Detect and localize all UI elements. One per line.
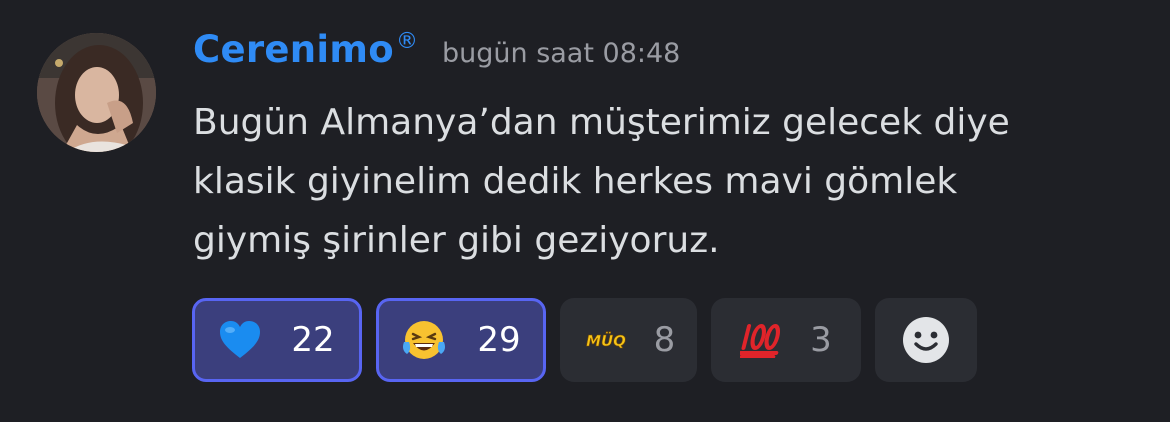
reaction-laughing[interactable]: 29 [376,298,546,382]
reaction-blue-heart[interactable]: 22 [192,298,362,382]
reaction-count: 8 [653,320,676,360]
avatar[interactable] [37,33,156,152]
reactions-bar: 22 29 MÜQ 8 3 [192,298,977,382]
message-header: Cerenimo ® bugün saat 08:48 [193,28,680,71]
registered-mark: ® [396,29,418,54]
message-line: Bugün Almanya’dan müşterimiz gelecek diy… [193,102,1010,143]
username[interactable]: Cerenimo [193,28,394,71]
reaction-hundred[interactable]: 3 [711,298,861,382]
hundred-points-icon [740,322,786,358]
message-content: Bugün Almanya’dan müşterimiz gelecek diy… [193,93,1153,270]
blue-heart-icon [219,320,261,360]
reaction-count: 3 [810,320,832,360]
avatar-image [37,33,156,152]
muq-emoji-text: MÜQ [586,331,626,350]
message-line: giymiş şirinler gibi geziyoruz. [193,220,720,261]
laughing-tears-icon [401,318,447,362]
reaction-count: 29 [477,320,521,360]
message-line: klasik giyinelim dedik herkes mavi gömle… [193,161,958,202]
reaction-muq[interactable]: MÜQ 8 [560,298,697,382]
add-reaction-smiley-icon [901,315,951,365]
chat-message: Cerenimo ® bugün saat 08:48 Bugün Almany… [0,0,1170,422]
add-reaction-button[interactable] [875,298,977,382]
muq-emoji-icon: MÜQ [582,328,630,352]
reaction-count: 22 [291,320,335,360]
timestamp[interactable]: bugün saat 08:48 [442,38,680,69]
